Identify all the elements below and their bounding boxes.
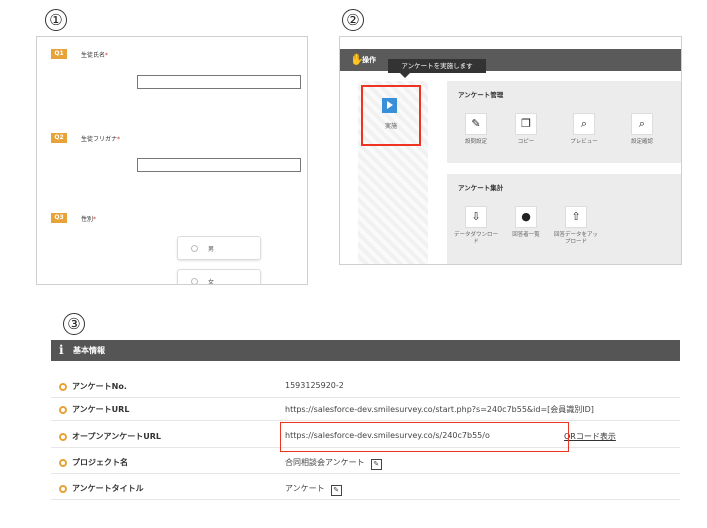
student-name-input[interactable] — [137, 75, 301, 89]
survey-form-panel: Q1 生徒氏名* Q2 生徒フリガナ* Q3 性別* 男 女 — [36, 36, 308, 285]
basic-info-panel: i 基本情報 アンケートNo. 1593125920-2 アンケートURL ht… — [51, 338, 680, 528]
student-furigana-input[interactable] — [137, 158, 301, 172]
step-marker-1: ① — [45, 9, 67, 31]
edit-icon[interactable]: ✎ — [370, 459, 382, 470]
gender-option-female[interactable]: 女 — [177, 269, 261, 284]
bullet-icon — [59, 406, 67, 414]
question-label: 生徒フリガナ* — [81, 136, 121, 143]
execute-button[interactable]: 実施 — [361, 85, 421, 146]
download-icon: ⇩ — [465, 206, 487, 228]
preview-icon: ⌕ — [573, 113, 595, 135]
execute-tooltip: アンケートを実施します — [388, 59, 486, 78]
basic-info-header: i 基本情報 — [51, 340, 680, 361]
respondents-icon: ● — [515, 206, 537, 228]
question-badge: Q3 — [51, 213, 67, 223]
operations-panel: ✋ 操作 アンケートを実施します 実施 アンケート管理 ✎ 設問設定 ❐ コピー… — [339, 36, 682, 265]
question-badge: Q1 — [51, 49, 67, 59]
question-settings-button[interactable]: ✎ 設問設定 — [454, 113, 498, 146]
question-badge: Q2 — [51, 133, 67, 143]
settings-check-button[interactable]: ⌕ 設定確認 — [620, 113, 664, 146]
step-marker-3: ③ — [63, 313, 85, 335]
bullet-icon — [59, 383, 67, 391]
step-marker-2: ② — [342, 9, 364, 31]
bullet-icon — [59, 459, 67, 467]
upload-responses-button[interactable]: ⇧ 回答データをアップロード — [554, 206, 598, 246]
info-icon: i — [59, 343, 64, 357]
info-row-survey-url: アンケートURL https://salesforce-dev.smilesur… — [51, 399, 680, 421]
radio-icon — [191, 278, 198, 284]
edit-icon: ✎ — [465, 113, 487, 135]
highlight-box — [280, 422, 569, 452]
survey-aggregation-group: アンケート集計 ⇩ データダウンロード ● 回答者一覧 ⇧ 回答データをアップロ… — [447, 174, 681, 264]
play-icon — [382, 98, 397, 113]
bullet-icon — [59, 485, 67, 493]
info-row-project-name: プロジェクト名 合同相談会アンケート ✎ — [51, 452, 680, 474]
data-download-button[interactable]: ⇩ データダウンロード — [454, 206, 498, 246]
question-label: 生徒氏名* — [81, 52, 109, 59]
settings-check-icon: ⌕ — [631, 113, 653, 135]
respondents-list-button[interactable]: ● 回答者一覧 — [504, 206, 548, 239]
gender-option-male[interactable]: 男 — [177, 236, 261, 260]
qr-code-link[interactable]: QRコード表示 — [564, 431, 616, 442]
info-row-survey-title: アンケートタイトル アンケート ✎ — [51, 478, 680, 500]
info-row-survey-no: アンケートNo. 1593125920-2 — [51, 376, 680, 398]
edit-icon[interactable]: ✎ — [330, 485, 342, 496]
radio-icon — [191, 245, 198, 252]
upload-icon: ⇧ — [565, 206, 587, 228]
preview-button[interactable]: ⌕ プレビュー — [562, 113, 606, 146]
survey-management-group: アンケート管理 ✎ 設問設定 ❐ コピー ⌕ プレビュー ⌕ 設定確認 — [447, 81, 681, 163]
copy-button[interactable]: ❐ コピー — [504, 113, 548, 146]
copy-icon: ❐ — [515, 113, 537, 135]
bullet-icon — [59, 433, 67, 441]
question-label: 性別* — [81, 216, 97, 223]
